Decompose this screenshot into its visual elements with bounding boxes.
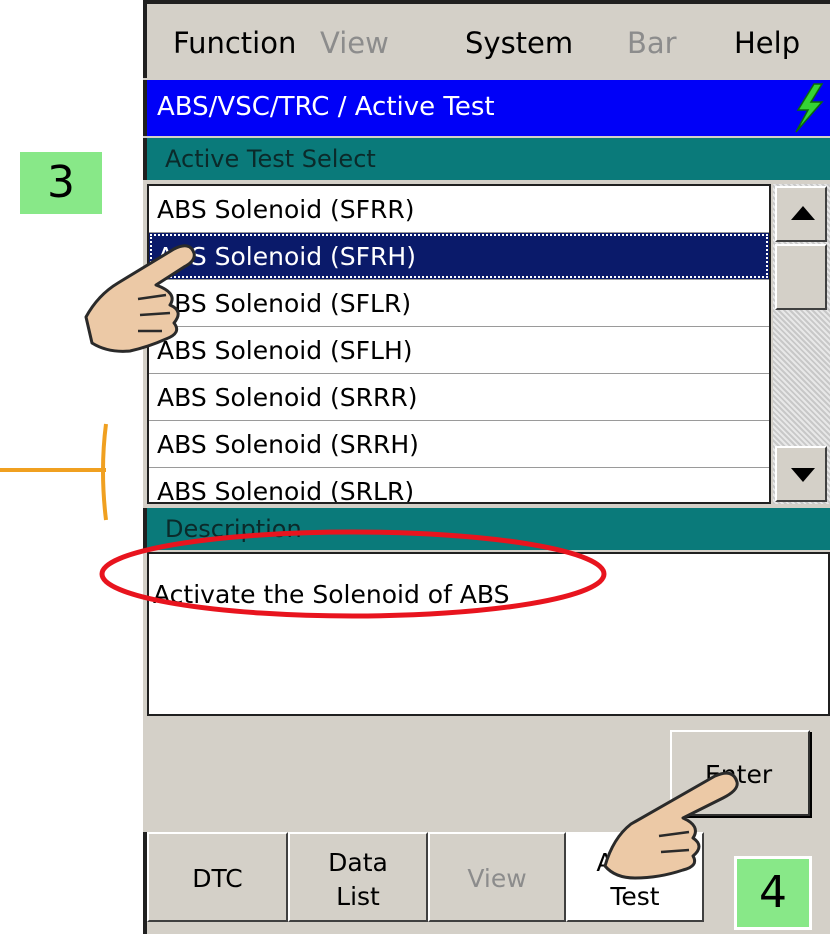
menu-view: View <box>320 26 389 60</box>
menu-system[interactable]: System <box>465 26 573 60</box>
enter-button-label: Enter <box>705 760 773 789</box>
tab-label: View <box>467 864 527 893</box>
list-scrollbar[interactable] <box>773 184 830 504</box>
arrow-up-icon <box>791 206 815 220</box>
tab-data-list[interactable]: Data List <box>288 832 428 922</box>
list-item-selected[interactable]: ABS Solenoid (SFRH) <box>149 233 769 280</box>
description-header: Description <box>143 508 830 550</box>
menu-bar-item: Bar <box>627 26 677 60</box>
page-title: ABS/VSC/TRC / Active Test <box>157 92 495 122</box>
description-box: Activate the Solenoid of ABS <box>147 552 830 716</box>
list-item-label: ABS Solenoid (SFRH) <box>157 242 416 271</box>
list-item-label: ABS Solenoid (SFLH) <box>157 336 413 365</box>
title-bar: ABS/VSC/TRC / Active Test <box>143 80 830 136</box>
list-item-label: ABS Solenoid (SRRH) <box>157 430 419 459</box>
section-title: Active Test Select <box>165 145 376 173</box>
list-item-label: ABS Solenoid (SFRR) <box>157 195 415 224</box>
menu-help[interactable]: Help <box>734 26 800 60</box>
tab-dtc[interactable]: DTC <box>147 832 288 922</box>
tab-label: Test <box>610 882 660 911</box>
section-title: Description <box>165 515 302 543</box>
lightning-icon <box>795 83 824 133</box>
scan-tool-screen: Function View System Bar Help ABS/VSC/TR… <box>143 0 830 934</box>
tab-label: Data <box>328 848 388 877</box>
enter-button[interactable]: Enter <box>670 730 810 816</box>
tab-active-test[interactable]: Active Test <box>566 832 704 922</box>
active-test-list[interactable]: ABS Solenoid (SFRR) ABS Solenoid (SFRH) … <box>147 184 771 504</box>
menu-function[interactable]: Function <box>173 26 296 60</box>
active-test-select-header: Active Test Select <box>143 138 830 180</box>
list-item[interactable]: ABS Solenoid (SFRR) <box>149 186 769 233</box>
arrow-down-icon <box>791 468 815 482</box>
tab-label: List <box>336 882 380 911</box>
description-text: Activate the Solenoid of ABS <box>153 580 510 609</box>
list-item[interactable]: ABS Solenoid (SFLH) <box>149 327 769 374</box>
tab-label: Active <box>596 848 674 877</box>
tab-label: DTC <box>192 864 243 893</box>
list-item[interactable]: ABS Solenoid (SRRR) <box>149 374 769 421</box>
list-item-label: ABS Solenoid (SRRR) <box>157 383 418 412</box>
list-item[interactable]: ABS Solenoid (SRRH) <box>149 421 769 468</box>
step-3-badge: 3 <box>20 152 102 214</box>
list-item[interactable]: ABS Solenoid (SFLR) <box>149 280 769 327</box>
scroll-thumb[interactable] <box>775 244 827 310</box>
menu-bar: Function View System Bar Help <box>143 0 830 78</box>
bottom-tab-bar: DTC Data List View Active Test <box>143 832 830 934</box>
scroll-down-button[interactable] <box>775 446 827 502</box>
list-item[interactable]: ABS Solenoid (SRLR) <box>149 468 769 504</box>
list-item-label: ABS Solenoid (SFLR) <box>157 289 412 318</box>
tab-view: View <box>428 832 566 922</box>
step-4-badge: 4 <box>734 856 812 930</box>
scroll-up-button[interactable] <box>775 186 827 242</box>
list-item-label: ABS Solenoid (SRLR) <box>157 477 415 504</box>
arrow-icon <box>0 423 108 521</box>
